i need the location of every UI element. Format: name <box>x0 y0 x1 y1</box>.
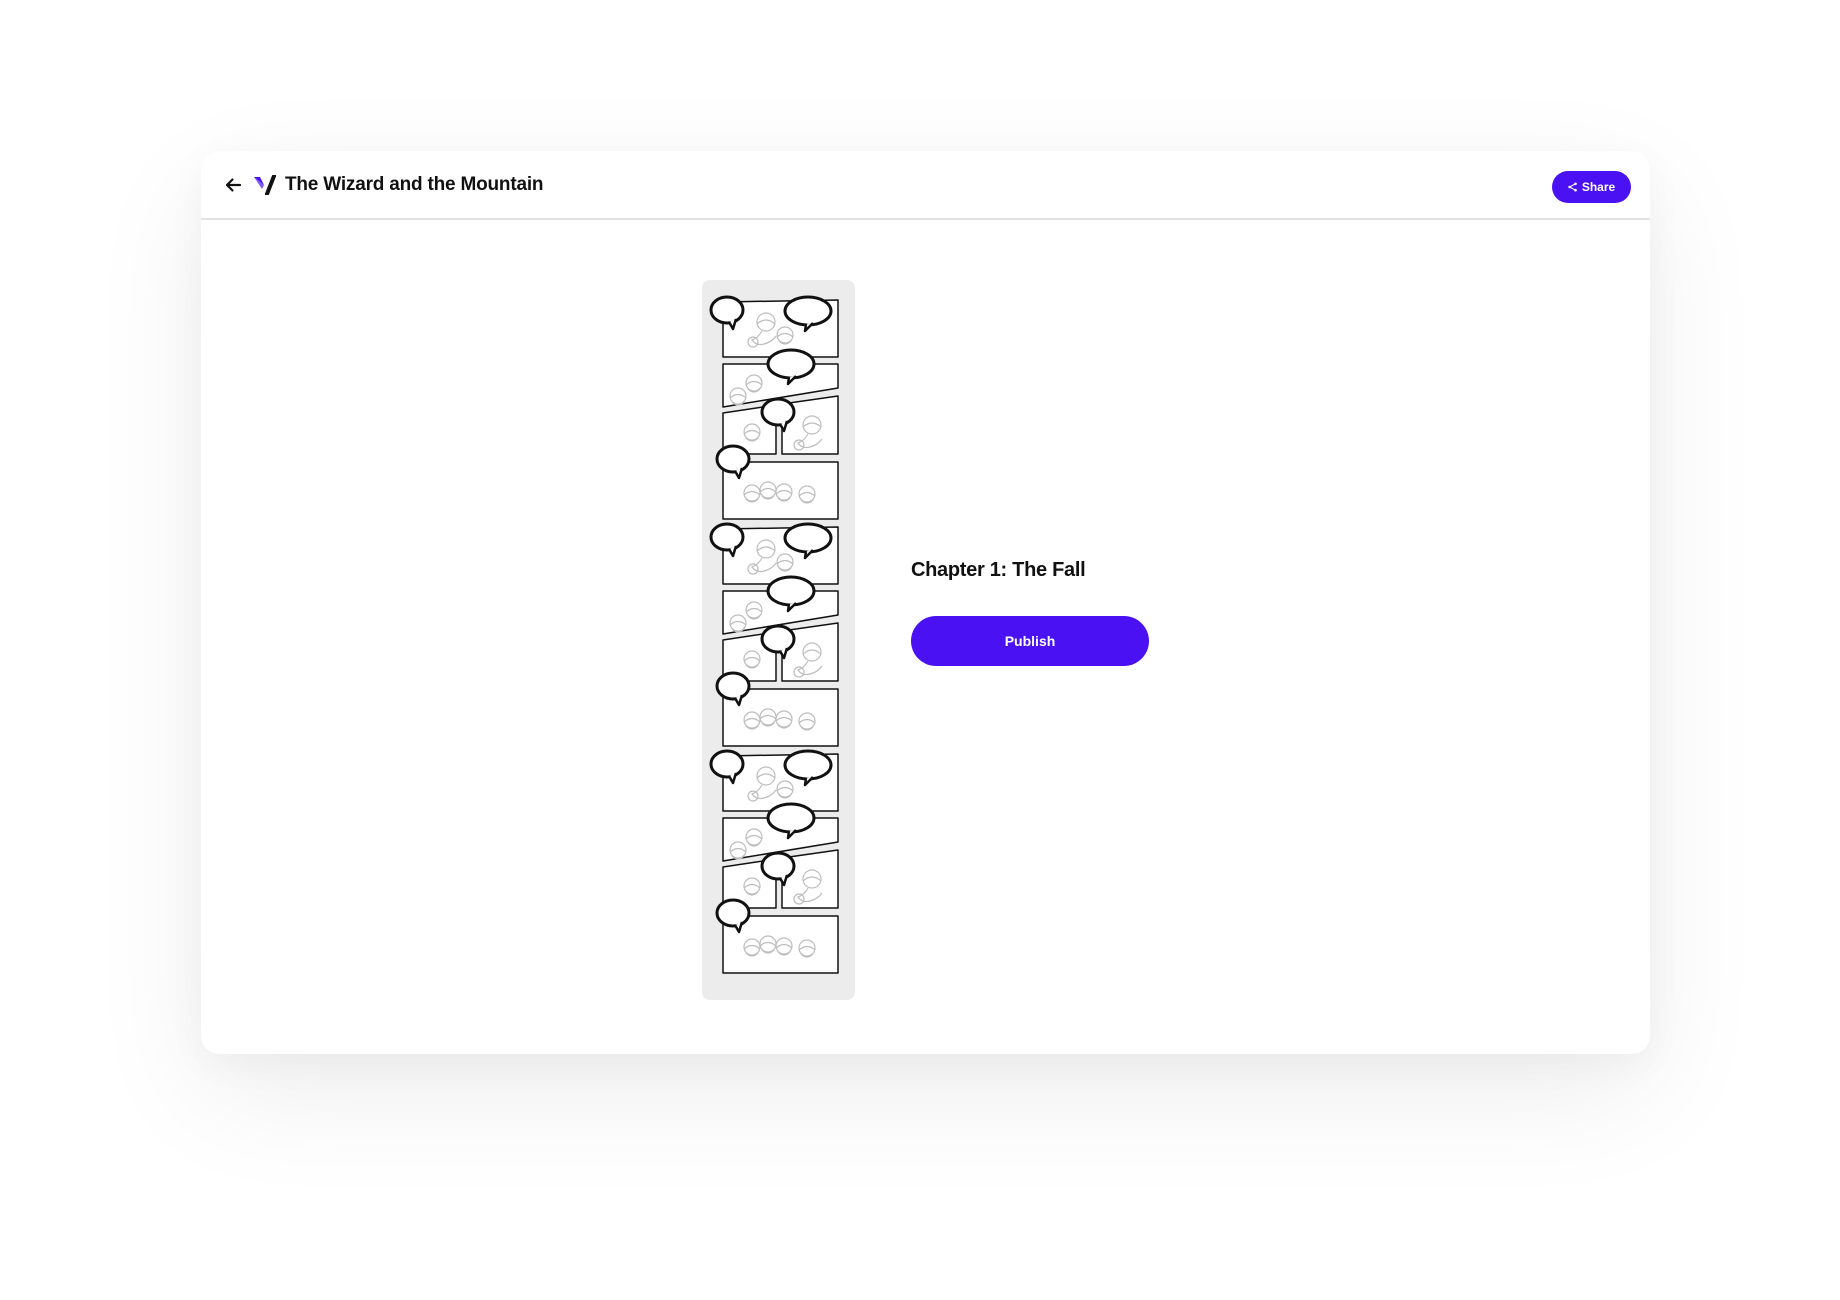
chapter-thumbnail[interactable] <box>702 280 855 1000</box>
share-button[interactable]: Share <box>1552 171 1631 203</box>
share-icon <box>1568 182 1577 192</box>
chapter-card: The Wizard and the Mountain Share Chapte… <box>201 151 1650 1054</box>
brand-logo-icon <box>254 175 276 195</box>
comic-page-3 <box>711 751 838 973</box>
document-title: The Wizard and the Mountain <box>285 174 544 195</box>
publish-button[interactable]: Publish <box>911 616 1149 666</box>
share-label: Share <box>1581 180 1616 194</box>
chapter-title: Chapter 1: The Fall <box>911 559 1086 581</box>
comic-page-thumbnail <box>702 280 855 1000</box>
back-button[interactable] <box>220 172 246 198</box>
top-bar: The Wizard and the Mountain Share <box>201 151 1650 220</box>
comic-page-2 <box>711 524 838 746</box>
comic-page-1 <box>711 297 838 519</box>
arrow-left-icon <box>225 178 242 192</box>
